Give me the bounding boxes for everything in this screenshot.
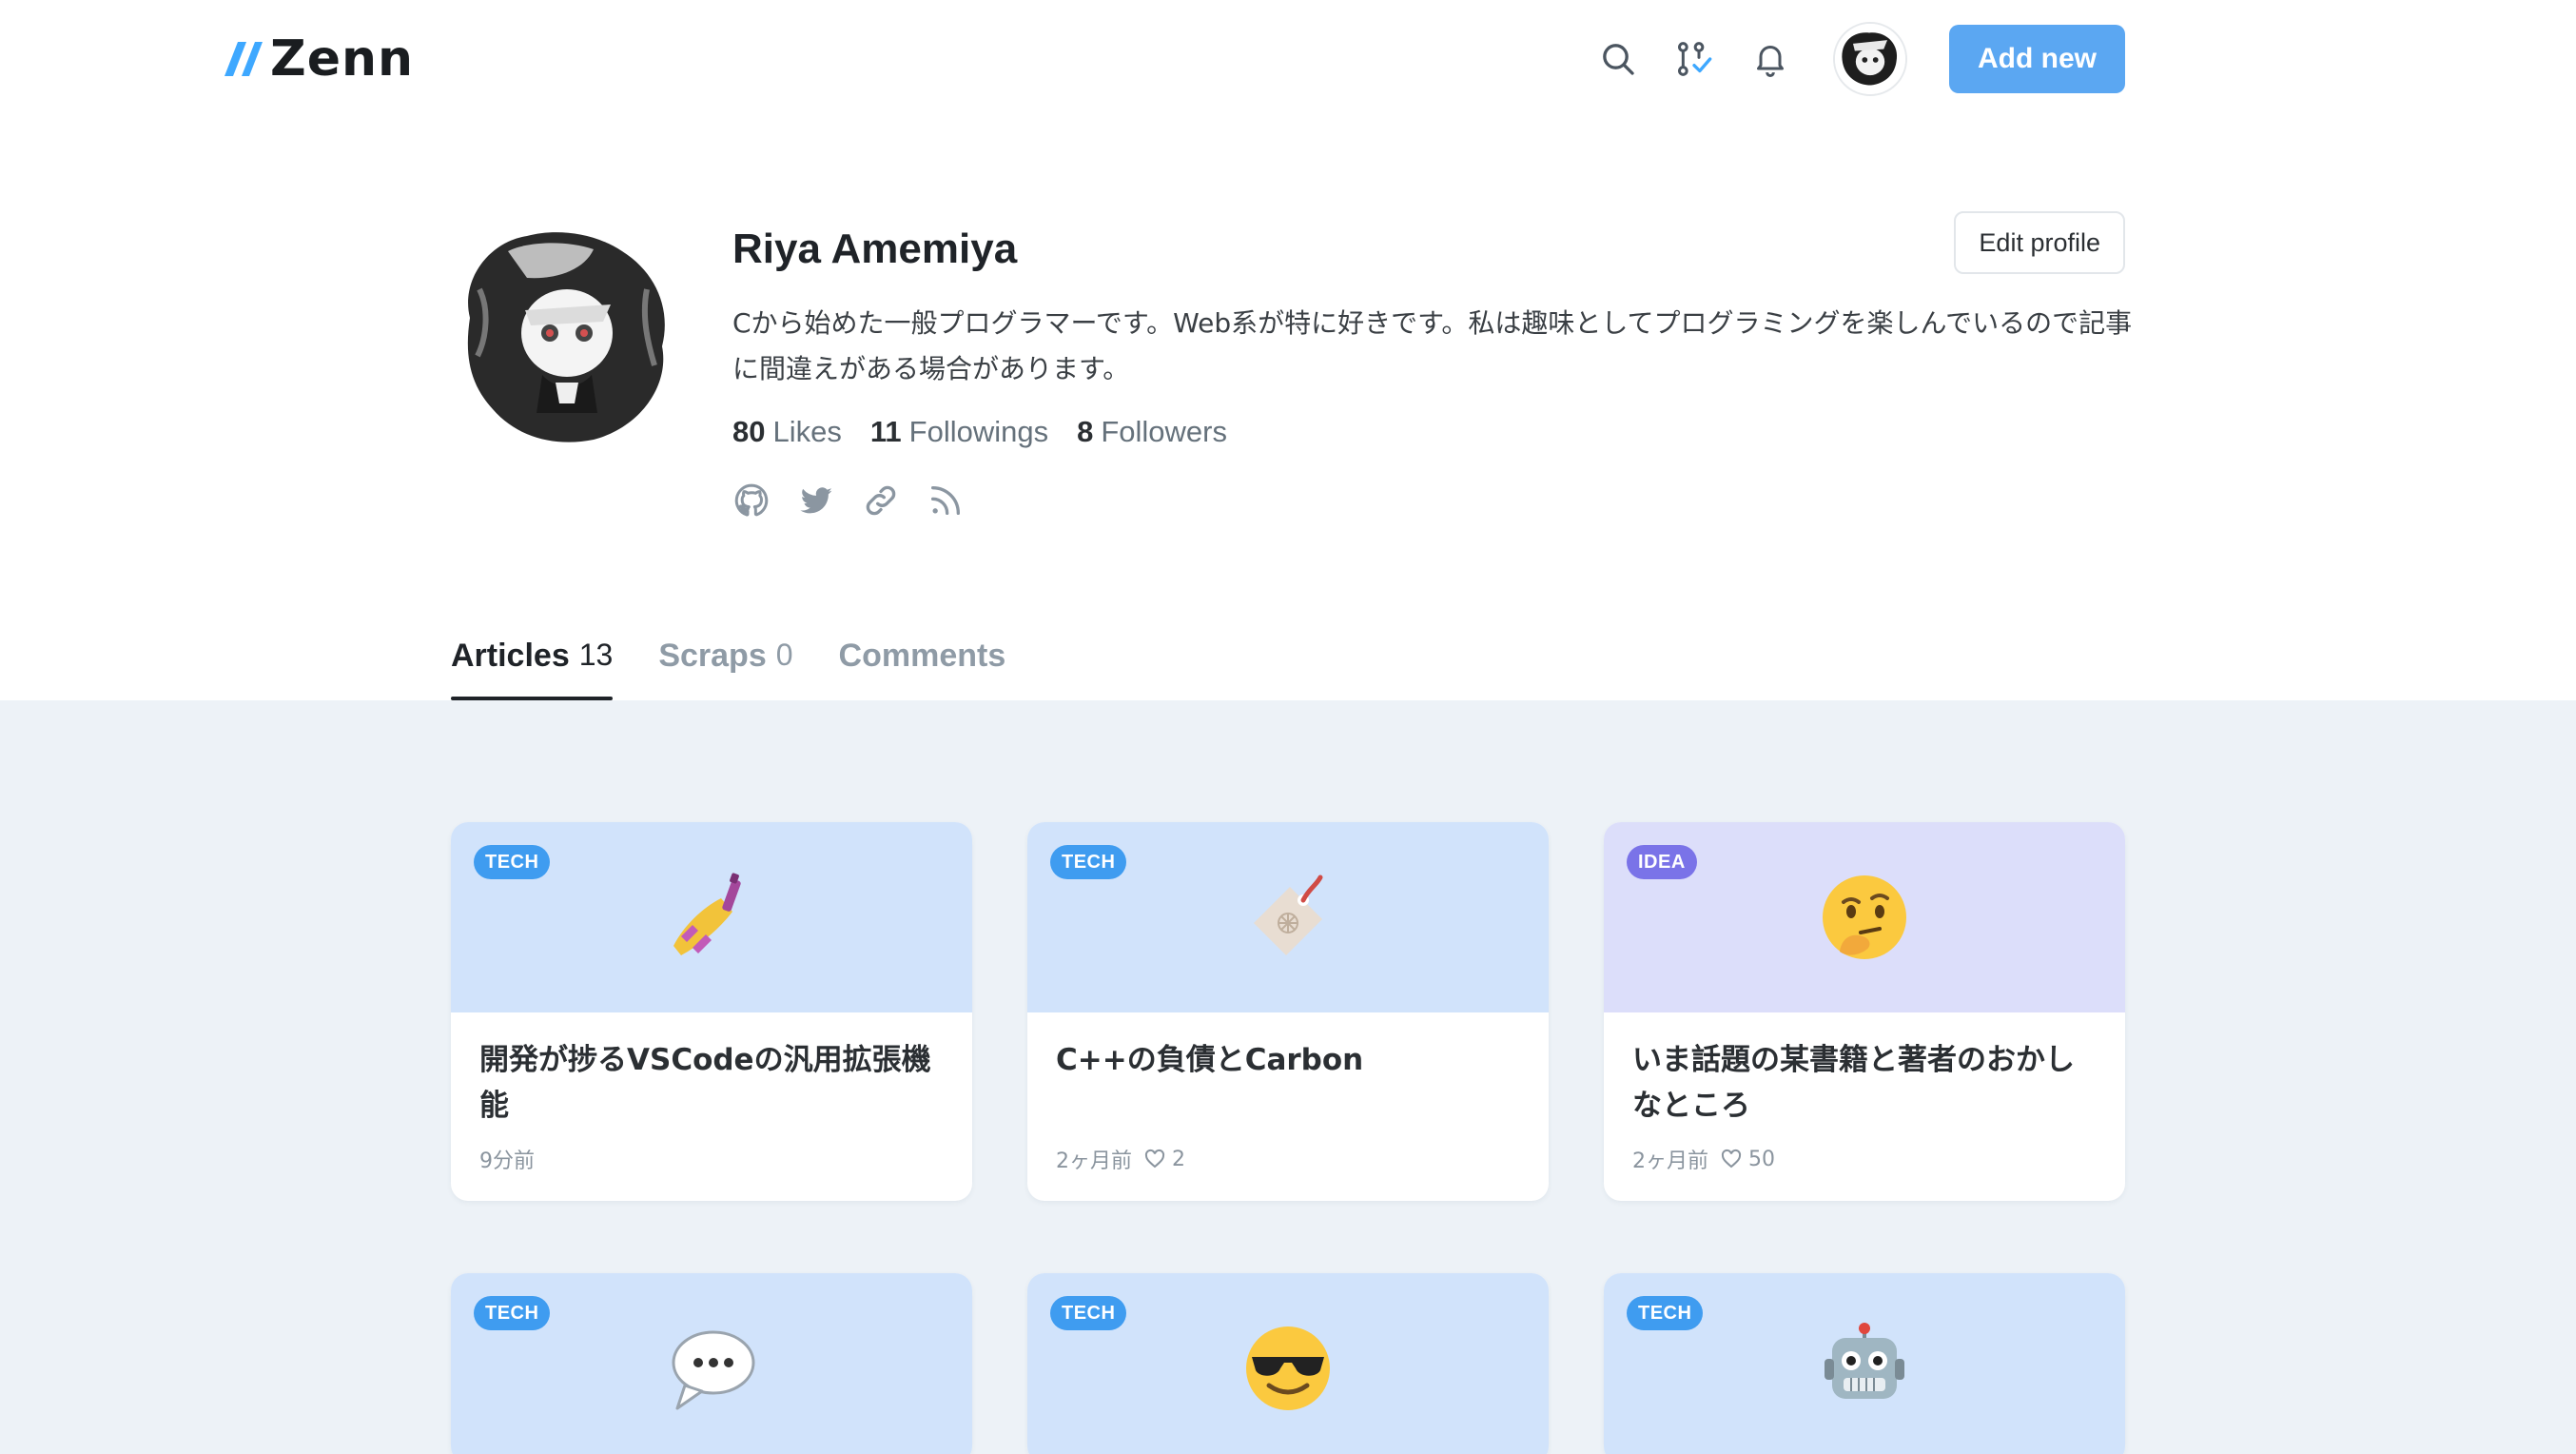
user-avatar[interactable] [1833, 22, 1907, 96]
tech-badge: TECH [474, 1296, 551, 1330]
tech-badge: TECH [1627, 1296, 1704, 1330]
thinking-face-icon [1823, 875, 1906, 959]
tab-scraps[interactable]: Scraps 0 [658, 628, 792, 700]
bell-icon[interactable] [1742, 30, 1799, 88]
article-title: いま話題の某書籍と著者のおかしなところ [1632, 1043, 2075, 1123]
card-thumbnail: IDEA [1604, 822, 2125, 1012]
likes-stat[interactable]: 80 Likes [732, 411, 842, 453]
edit-profile-button[interactable]: Edit profile [1954, 211, 2125, 274]
article-card[interactable]: TECH C++の負債とCarbon 2ヶ月前 2 [1027, 822, 1549, 1201]
tech-badge: TECH [1050, 845, 1127, 879]
rss-feed-icon[interactable] [927, 481, 965, 520]
profile-stats: 80 Likes 11 Followings 8 Followers [732, 411, 2121, 453]
article-title: C++の負債とCarbon [1056, 1043, 1364, 1077]
twitter-icon[interactable] [797, 481, 835, 520]
article-date: 2ヶ月前 [1632, 1149, 1708, 1173]
followings-stat[interactable]: 11 Followings [870, 411, 1048, 453]
card-thumbnail: TECH [1604, 1273, 2125, 1454]
card-body: いま話題の某書籍と著者のおかしなところ 2ヶ月前 50 [1604, 1012, 2125, 1201]
label-tag-icon [1254, 874, 1323, 955]
article-date: 2ヶ月前 [1056, 1149, 1132, 1173]
article-card[interactable]: TECH [451, 1273, 972, 1454]
logo-text: Zenn [270, 30, 415, 88]
article-likes: 50 [1720, 1148, 1775, 1171]
header-actions: Add new [1590, 22, 2125, 96]
sunglasses-face-icon [1246, 1326, 1330, 1410]
article-card[interactable]: TECH [1604, 1273, 2125, 1454]
profile-section: Riya Amemiya Cから始めた一般プログラマーです。Web系が特に好きで… [451, 211, 2132, 535]
article-card[interactable]: TECH 開発が捗るVSCodeの汎用拡張機能 9分前 [451, 822, 972, 1201]
search-icon[interactable] [1590, 30, 1647, 88]
github-icon[interactable] [732, 481, 771, 520]
robot-face-icon [1825, 1323, 1904, 1399]
article-card[interactable]: TECH [1027, 1273, 1549, 1454]
profile-bio: Cから始めた一般プログラマーです。Web系が特に好きです。私は趣味としてプログラ… [732, 307, 2133, 384]
zenn-logo[interactable]: Zenn [223, 30, 414, 88]
tab-articles[interactable]: Articles 13 [451, 628, 614, 700]
card-body: 開発が捗るVSCodeの汎用拡張機能 9分前 [451, 1012, 972, 1201]
card-thumbnail: TECH [1027, 822, 1549, 1012]
article-meta: 2ヶ月前 2 [1056, 1144, 1520, 1174]
profile-info: Riya Amemiya Cから始めた一般プログラマーです。Web系が特に好きで… [732, 211, 2132, 520]
profile-name: Riya Amemiya [732, 226, 1018, 272]
link-icon[interactable] [862, 481, 900, 520]
top-header: Zenn Add new [0, 0, 2576, 118]
pull-request-check-icon[interactable] [1666, 30, 1723, 88]
nail-polish-icon [673, 873, 741, 955]
add-new-button[interactable]: Add new [1949, 25, 2125, 93]
heart-icon [1144, 1149, 1165, 1169]
article-date: 9分前 [479, 1149, 535, 1173]
card-thumbnail: TECH [451, 1273, 972, 1454]
article-likes: 2 [1143, 1148, 1185, 1171]
card-thumbnail: TECH [451, 822, 972, 1012]
article-title: 開発が捗るVSCodeの汎用拡張機能 [479, 1043, 931, 1123]
profile-avatar [451, 223, 683, 455]
card-body: C++の負債とCarbon 2ヶ月前 2 [1027, 1012, 1549, 1201]
heart-icon [1721, 1149, 1742, 1169]
profile-tabs: Articles 13 Scraps 0 Comments [451, 628, 1005, 700]
card-thumbnail: TECH [1027, 1273, 1549, 1454]
article-card[interactable]: IDEA いま話題の某書籍と著者のおかしなところ 2ヶ月前 50 [1604, 822, 2125, 1201]
tech-badge: TECH [474, 845, 551, 879]
article-meta: 2ヶ月前 50 [1632, 1144, 2097, 1174]
followers-stat[interactable]: 8 Followers [1077, 411, 1227, 453]
zenn-logo-mark-icon [224, 42, 263, 76]
idea-badge: IDEA [1627, 845, 1697, 879]
article-meta: 9分前 [479, 1144, 944, 1174]
tab-comments[interactable]: Comments [839, 628, 1006, 700]
speech-balloon-icon [672, 1330, 755, 1410]
social-links [732, 481, 2121, 520]
tech-badge: TECH [1050, 1296, 1127, 1330]
